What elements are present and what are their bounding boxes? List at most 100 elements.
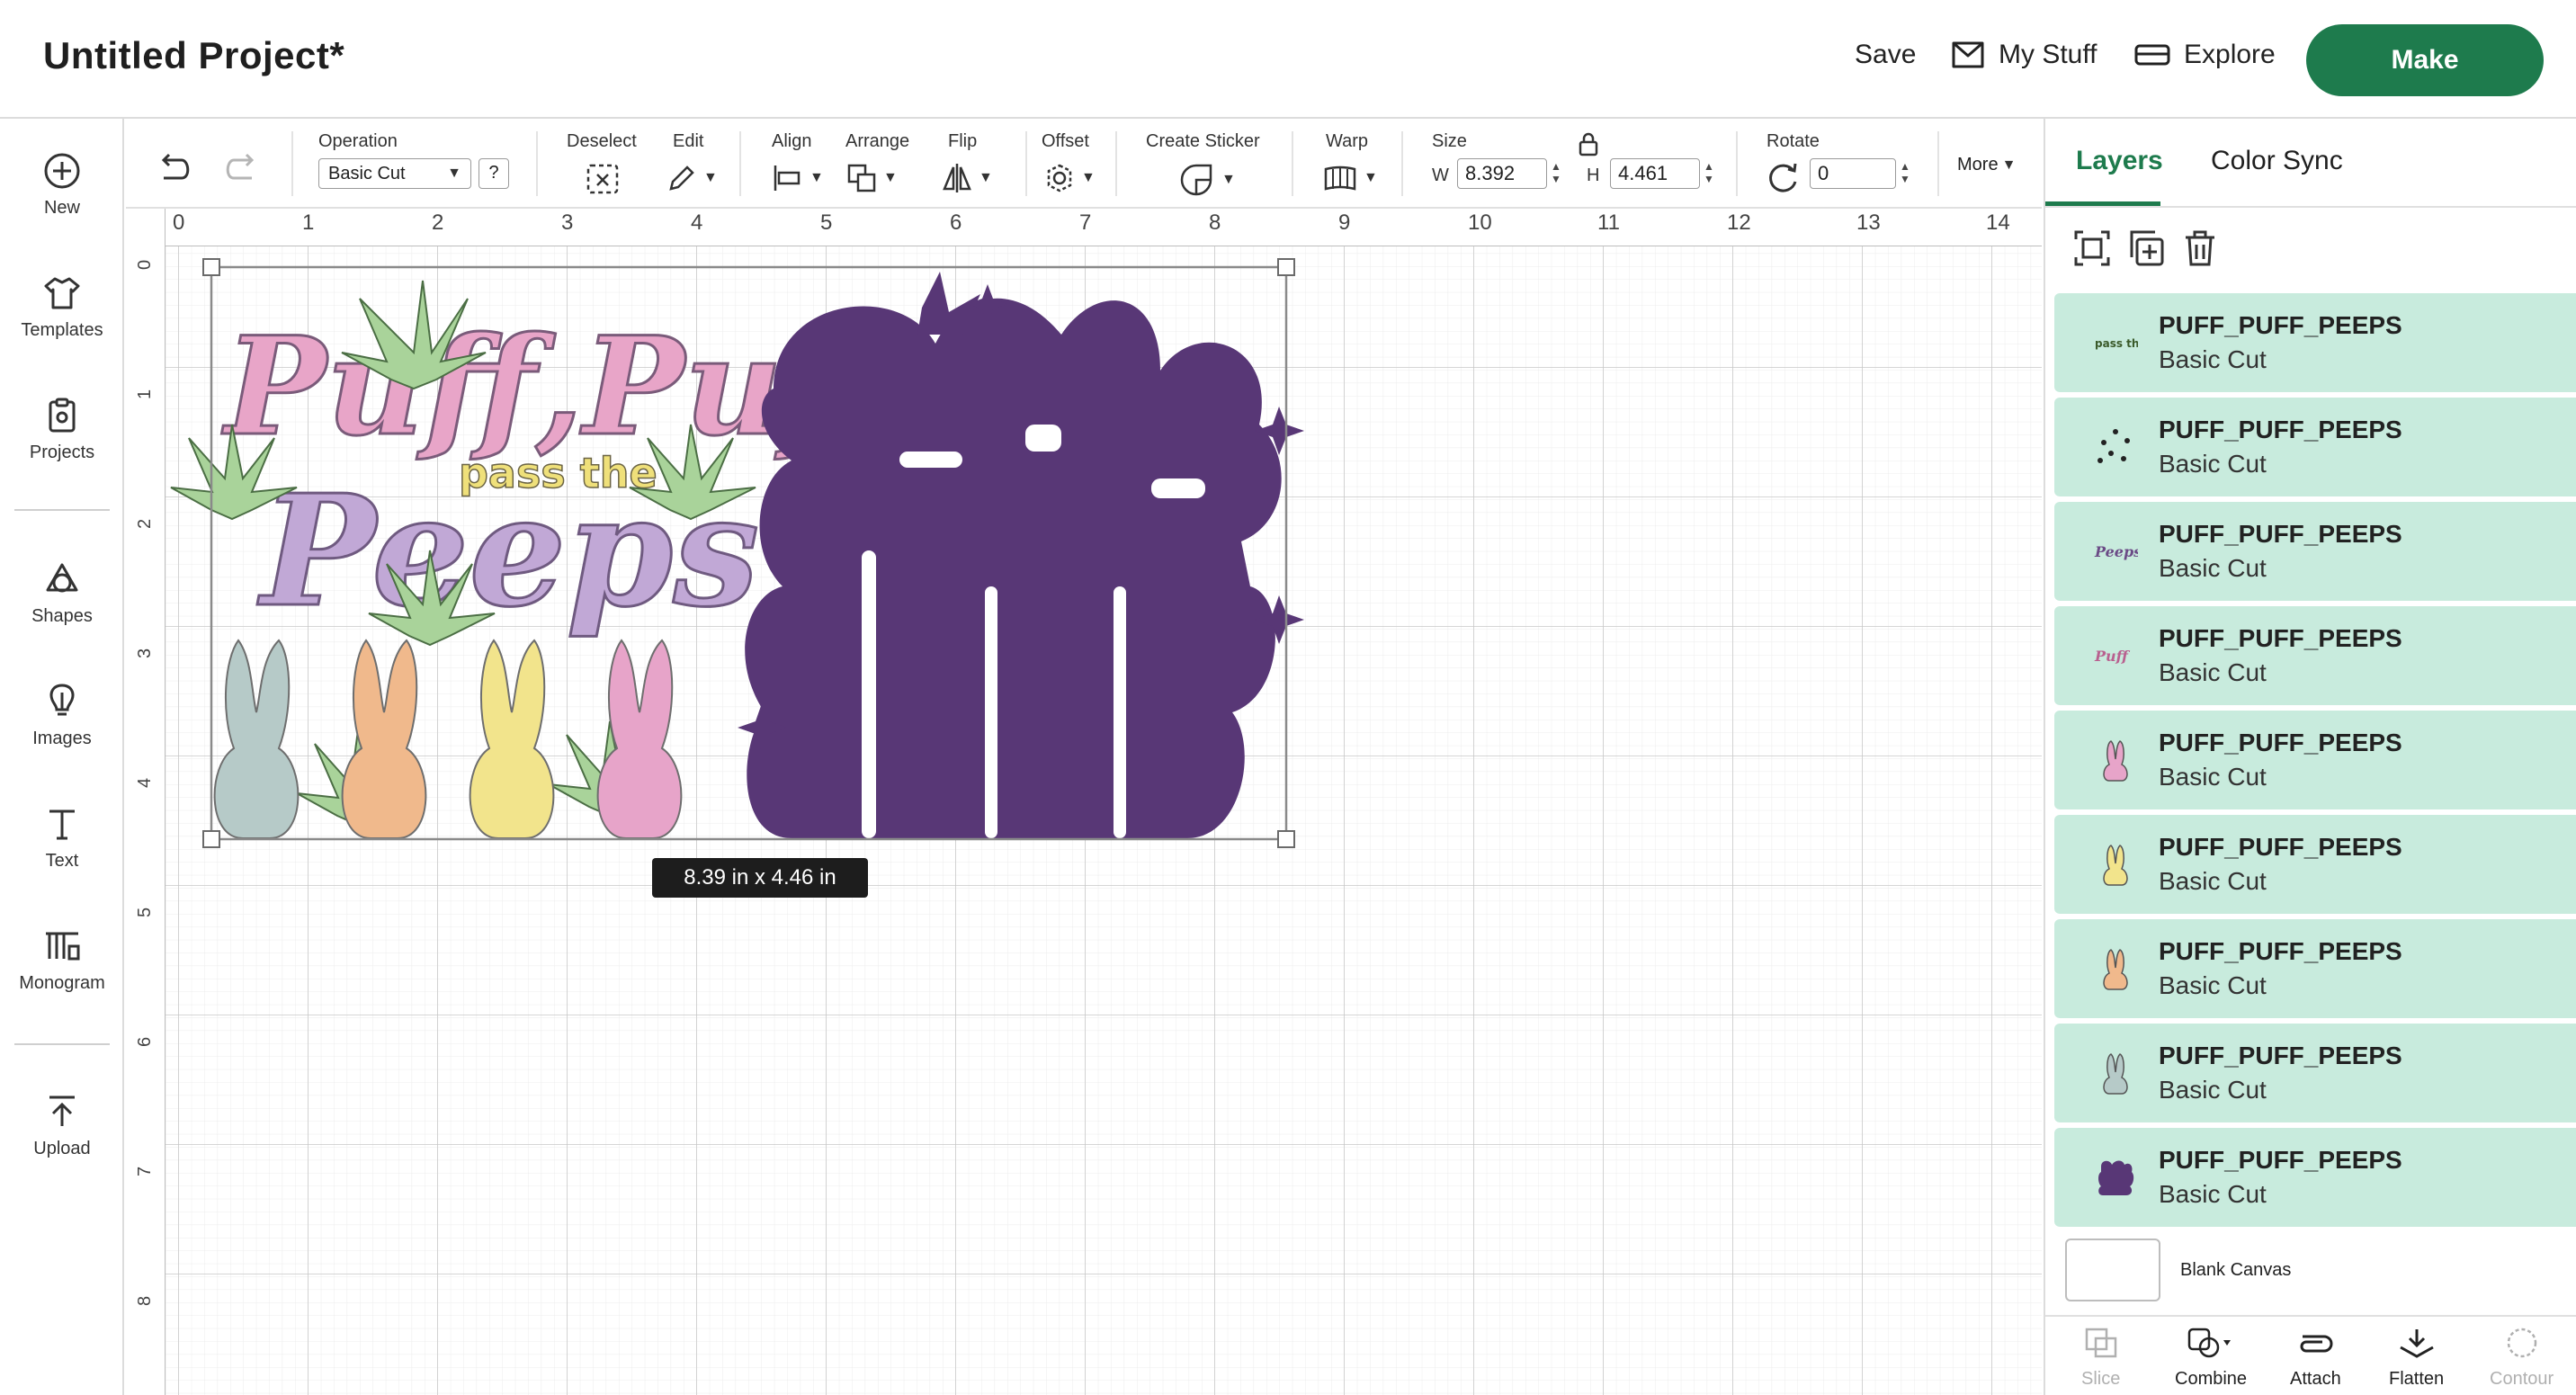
contour-label: Contour	[2490, 1369, 2554, 1389]
flatten-button[interactable]: Flatten	[2389, 1326, 2444, 1390]
purple-silhouette[interactable]	[738, 272, 1304, 838]
save-button[interactable]: Save	[1855, 40, 1916, 70]
panel-divider	[2045, 206, 2576, 208]
layer-operation: Basic Cut	[2159, 345, 2267, 373]
sidebar-label-shapes: Shapes	[31, 606, 93, 626]
combine-button[interactable]: Combine	[2175, 1326, 2247, 1390]
rotate-stepper[interactable]: ▲ ▼	[1896, 160, 1914, 187]
layer-item[interactable]: Puff PUFF_PUFF_PEEPS Basic Cut	[2054, 606, 2576, 705]
help-button[interactable]: ?	[479, 158, 509, 189]
ruler-mark: 13	[1856, 210, 1881, 235]
blank-canvas-row[interactable]: Blank Canvas	[2054, 1234, 2576, 1306]
chevron-down-icon: ▼	[2001, 156, 2017, 173]
dots-thumb-icon	[2087, 418, 2144, 476]
my-stuff-button[interactable]: My Stuff	[1950, 40, 2097, 70]
warp-button[interactable]: ▼	[1322, 162, 1378, 194]
slice-label: Slice	[2081, 1369, 2121, 1389]
attach-label: Attach	[2290, 1369, 2341, 1389]
ruler-mark: 12	[1727, 210, 1751, 235]
sidebar-item-text[interactable]: Text	[0, 804, 124, 872]
layer-item[interactable]: PUFF_PUFF_PEEPS Basic Cut	[2054, 711, 2576, 809]
chevron-down-icon: ▼	[1221, 172, 1236, 187]
layer-name: PUFF_PUFF_PEEPS	[2159, 833, 2402, 861]
undo-icon[interactable]	[155, 151, 194, 183]
edit-button[interactable]: ▼	[666, 162, 718, 194]
svg-text:Puff: Puff	[2094, 648, 2131, 665]
sidebar-item-new[interactable]: New	[0, 151, 124, 219]
inbox-icon	[1952, 41, 1984, 68]
layer-operation: Basic Cut	[2159, 971, 2267, 999]
layer-item[interactable]: PUFF_PUFF_PEEPS Basic Cut	[2054, 815, 2576, 914]
ruler-mark: 14	[1986, 210, 2010, 235]
lock-icon[interactable]	[1578, 131, 1599, 156]
height-stepper[interactable]: ▲ ▼	[1700, 160, 1718, 187]
more-button[interactable]: More ▼	[1957, 155, 2016, 175]
layer-item[interactable]: PUFF_PUFF_PEEPS Basic Cut	[2054, 919, 2576, 1018]
sidebar-label-images: Images	[32, 729, 92, 748]
sidebar-label-monogram: Monogram	[19, 973, 105, 993]
purple-script-thumb-icon: Peeps	[2087, 523, 2144, 580]
blue-bunny-thumb-icon	[2087, 1044, 2144, 1102]
layer-name: PUFF_PUFF_PEEPS	[2159, 311, 2402, 339]
offset-label: Offset	[1042, 131, 1089, 151]
svg-text:pass the: pass the	[2095, 337, 2138, 350]
project-title[interactable]: Untitled Project*	[43, 34, 344, 77]
layer-item[interactable]: PUFF_PUFF_PEEPS Basic Cut	[2054, 1024, 2576, 1122]
layer-name: PUFF_PUFF_PEEPS	[2159, 416, 2402, 443]
deselect-icon[interactable]	[585, 162, 621, 196]
delete-icon[interactable]	[2178, 227, 2222, 270]
flatten-icon	[2399, 1329, 2434, 1358]
duplicate-icon[interactable]	[2124, 227, 2168, 270]
combine-icon	[2187, 1328, 2232, 1358]
sidebar-item-upload[interactable]: Upload	[0, 1092, 124, 1159]
group-icon[interactable]	[2071, 227, 2114, 270]
contour-button[interactable]: Contour	[2490, 1326, 2554, 1390]
layer-item[interactable]: pass the PUFF_PUFF_PEEPS Basic Cut	[2054, 293, 2576, 392]
resize-handle	[1277, 258, 1295, 276]
orange-bunny-thumb-icon	[2087, 940, 2144, 997]
size-tooltip: 8.39 in x 4.46 in	[652, 858, 868, 898]
make-button[interactable]: Make	[2306, 24, 2544, 96]
layer-item[interactable]: Peeps PUFF_PUFF_PEEPS Basic Cut	[2054, 502, 2576, 601]
layer-operation: Basic Cut	[2159, 1076, 2267, 1104]
shapes-icon	[46, 563, 78, 593]
offset-button[interactable]: ▼	[1043, 162, 1096, 194]
tab-layers[interactable]: Layers	[2076, 146, 2163, 176]
operation-select[interactable]: Basic Cut ▼	[318, 158, 471, 189]
redo-icon[interactable]	[221, 151, 261, 183]
rotate-input[interactable]: 0	[1810, 158, 1896, 189]
width-input[interactable]: 8.392	[1457, 158, 1547, 189]
design-artwork[interactable]: Puff,Puff pass the Peeps	[126, 209, 1565, 892]
slice-button[interactable]: Slice	[2081, 1326, 2120, 1390]
sidebar-item-templates[interactable]: Templates	[0, 273, 124, 341]
sidebar-divider	[14, 509, 110, 511]
size-label: Size	[1432, 131, 1467, 151]
offset-icon	[1047, 164, 1072, 192]
attach-button[interactable]: Attach	[2290, 1326, 2341, 1390]
height-input[interactable]: 4.461	[1610, 158, 1700, 189]
explore-button[interactable]: Explore	[2133, 40, 2276, 70]
operation-value: Basic Cut	[328, 163, 406, 183]
flip-button[interactable]: ▼	[941, 162, 993, 194]
clipboard-icon	[49, 398, 76, 433]
arrange-button[interactable]: ▼	[845, 162, 898, 194]
layer-item[interactable]: PUFF_PUFF_PEEPS Basic Cut	[2054, 1128, 2576, 1227]
layer-item[interactable]: PUFF_PUFF_PEEPS Basic Cut	[2054, 398, 2576, 496]
toolbar-divider	[1937, 131, 1939, 196]
blank-canvas-swatch[interactable]	[2065, 1239, 2160, 1301]
width-stepper[interactable]: ▲ ▼	[1547, 160, 1565, 187]
create-sticker-label: Create Sticker	[1146, 131, 1260, 151]
tab-color-sync[interactable]: Color Sync	[2211, 146, 2343, 176]
sidebar-item-monogram[interactable]: Monogram	[0, 926, 124, 994]
pink-script-thumb-icon: Puff	[2087, 627, 2144, 684]
create-sticker-button[interactable]: ▼	[1178, 162, 1236, 198]
sidebar-item-images[interactable]: Images	[0, 682, 124, 749]
align-button[interactable]: ▼	[772, 162, 824, 194]
layer-operation: Basic Cut	[2159, 658, 2267, 686]
chevron-down-icon: ▼	[809, 170, 824, 185]
sidebar-item-shapes[interactable]: Shapes	[0, 559, 124, 627]
sidebar-item-projects[interactable]: Projects	[0, 396, 124, 463]
align-icon	[774, 165, 801, 191]
design-canvas[interactable]: 0 1 2 3 4 5 6 7 8 9 10 11 12 13 14 0 1 2…	[126, 209, 2042, 1395]
yellow-bunny-thumb-icon	[2087, 836, 2144, 893]
